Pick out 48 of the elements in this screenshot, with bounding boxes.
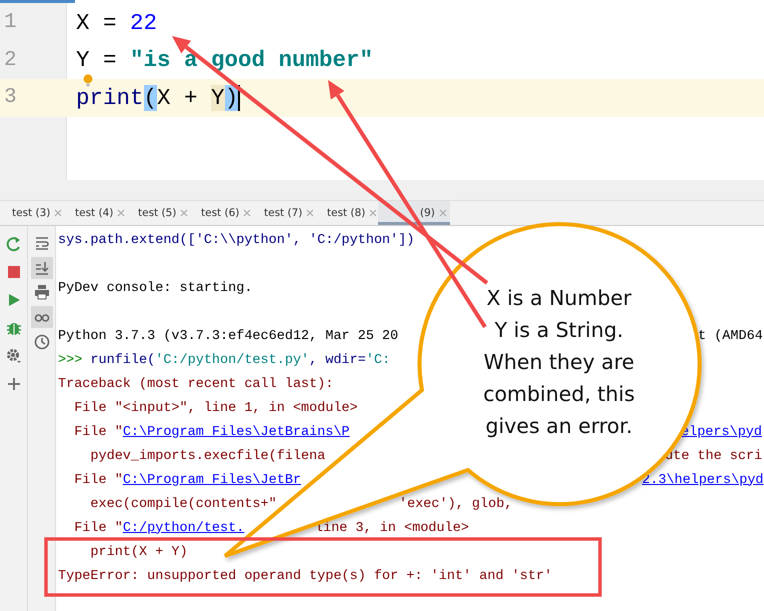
console-tab[interactable]: test (8) [315,201,378,225]
callout-text: X is a Number Y is a String. When they are combined, this gives an error. [482,285,636,440]
console-line: Python 3.7.3 (v3.7.3:ef4ec6ed12, Mar 25 20 [58,328,398,344]
line-number: 1 [3,11,18,34]
file-link[interactable]: C:/python/test. [122,520,244,536]
console-line: print(X + Y) [89,544,188,560]
console-text: File " [73,520,123,536]
close-icon[interactable] [243,209,252,217]
stop-icon[interactable] [6,264,22,280]
code-line: print(X + Y) [76,84,240,111]
console-line: Traceback (most recent call last): [58,376,334,392]
file-link[interactable]: elpers\pyd [681,424,762,440]
console-line: PyDev console: starting. [58,280,252,296]
add-icon[interactable] [6,376,22,392]
console-tab[interactable]: test (3) [0,201,63,225]
console-line: exec(compile(contents+" [89,496,277,512]
console-text: t (AMD64 [698,328,763,344]
close-icon[interactable] [117,209,126,217]
file-link[interactable]: C:\Program Files\JetBrains\P [122,424,350,440]
console-line: pydev_imports.execfile(filena [89,448,326,464]
line-number: 3 [3,86,18,110]
console-line: TypeError: unsupported operand type(s) for +: 'int' and 'str' [58,568,552,584]
lightbulb-icon[interactable] [83,74,93,86]
console-line: File "<input>", line 1, in <module> [73,400,358,416]
close-icon[interactable] [180,209,188,217]
console-tab[interactable]: test (5) [126,201,189,225]
console-text: 'exec'), glob, [399,496,512,512]
console-line: >>> runfile('C:/python/test.py', wdir='C: [58,352,390,368]
close-icon[interactable] [369,209,378,217]
close-icon[interactable] [306,209,314,217]
console-text: File " [73,424,123,440]
close-icon[interactable] [438,209,447,217]
file-link[interactable]: C:\Program Files\JetBr [122,472,302,488]
code-line: X = 22 [76,10,158,36]
console-text: File " [73,472,123,488]
scroll-to-end-icon[interactable] [30,256,52,279]
console-tab[interactable]: test (6) [189,201,252,225]
settings-icon[interactable] [6,348,22,364]
glasses-icon[interactable] [30,306,52,328]
code-line: Y = "is a good number" [76,47,374,74]
console-tab[interactable]: test (4) [63,201,126,225]
console-line: sys.path.extend(['C:\\python', 'C:/python']) [58,232,414,248]
line-number: 2 [3,48,18,72]
console-tab[interactable]: test (7) [252,201,315,225]
rerun-icon[interactable] [6,236,22,252]
file-link[interactable]: 2.3\helpers\pyd [642,472,764,488]
close-icon[interactable] [54,209,62,217]
bug-icon[interactable] [6,320,22,336]
